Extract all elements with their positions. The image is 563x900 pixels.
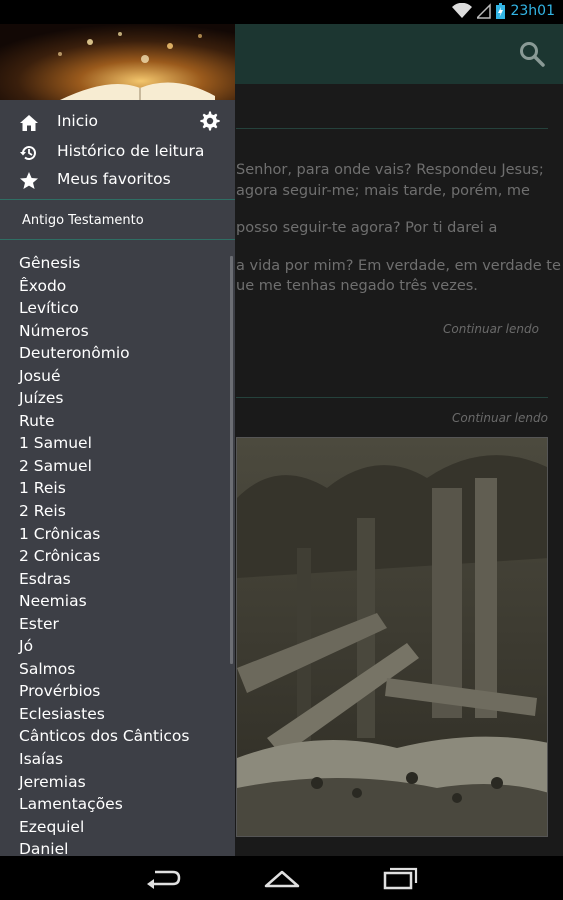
drawer-header-image	[0, 24, 235, 100]
status-indicators: 23h01	[452, 3, 555, 19]
book-item[interactable]: Salmos	[19, 658, 189, 681]
drawer-item-favorites[interactable]: Meus favoritos	[0, 167, 235, 195]
home-nav-icon[interactable]	[262, 864, 302, 892]
book-item[interactable]: Juízes	[19, 387, 189, 410]
status-bar: 23h01	[0, 0, 563, 24]
drawer-item-label: Meus favoritos	[57, 170, 171, 188]
verse-text: posso seguir-te agora? Por ti darei a	[236, 220, 498, 236]
book-item[interactable]: Daniel	[19, 838, 189, 856]
home-icon	[20, 115, 38, 131]
content-divider	[236, 128, 548, 129]
navigation-drawer: Inicio Histórico de leitura Meus favorit…	[0, 24, 235, 856]
verse-text: Senhor, para onde vais? Respondeu Jesus;	[236, 162, 544, 178]
system-nav-bar	[0, 856, 563, 900]
book-item[interactable]: 2 Samuel	[19, 455, 189, 478]
book-item[interactable]: 1 Crônicas	[19, 523, 189, 546]
recent-apps-icon[interactable]	[381, 864, 421, 892]
verse-text: ue me tenhas negado três vezes.	[236, 278, 478, 294]
signal-icon	[477, 3, 492, 19]
book-item[interactable]: Josué	[19, 365, 189, 388]
book-item[interactable]: Eclesiastes	[19, 703, 189, 726]
drawer-scrollbar[interactable]	[230, 256, 233, 664]
book-item[interactable]: Neemias	[19, 590, 189, 613]
drawer-divider	[0, 239, 235, 240]
drawer-divider	[0, 199, 235, 200]
open-book-image	[0, 24, 235, 100]
book-item[interactable]: 2 Reis	[19, 500, 189, 523]
drawer-item-label: Histórico de leitura	[57, 142, 205, 160]
book-item[interactable]: Gênesis	[19, 252, 189, 275]
verse-text: a vida por mim? Em verdade, em verdade t…	[236, 258, 561, 274]
book-item[interactable]: Jeremias	[19, 771, 189, 794]
book-item[interactable]: Êxodo	[19, 275, 189, 298]
book-item[interactable]: Rute	[19, 410, 189, 433]
book-item[interactable]: Isaías	[19, 748, 189, 771]
book-item[interactable]: 2 Crônicas	[19, 545, 189, 568]
star-icon	[20, 172, 38, 189]
drawer-item-history[interactable]: Histórico de leitura	[0, 139, 235, 167]
back-icon[interactable]	[143, 864, 183, 892]
book-item[interactable]: Levítico	[19, 297, 189, 320]
book-item[interactable]: Cânticos dos Cânticos	[19, 725, 189, 748]
book-item[interactable]: Esdras	[19, 568, 189, 591]
battery-charging-icon	[496, 3, 506, 19]
book-item[interactable]: Deuteronômio	[19, 342, 189, 365]
book-item[interactable]: Provérbios	[19, 680, 189, 703]
history-icon	[20, 146, 36, 161]
engraving-illustration[interactable]	[236, 437, 548, 837]
content-divider	[236, 397, 548, 398]
book-item[interactable]: Lamentações	[19, 793, 189, 816]
forest-engraving-image	[237, 438, 547, 836]
drawer-item-label: Inicio	[57, 112, 99, 130]
continue-reading-link[interactable]: Continuar lendo	[452, 411, 548, 425]
status-time: 23h01	[510, 3, 555, 19]
book-item[interactable]: Ezequiel	[19, 816, 189, 839]
book-item[interactable]: Números	[19, 320, 189, 343]
book-item[interactable]: 1 Samuel	[19, 432, 189, 455]
continue-reading-link[interactable]: Continuar lendo	[443, 322, 539, 336]
book-list: Gênesis Êxodo Levítico Números Deuteronô…	[19, 252, 189, 856]
section-title-old-testament: Antigo Testamento	[22, 213, 144, 228]
search-icon[interactable]	[519, 41, 545, 67]
book-item[interactable]: 1 Reis	[19, 477, 189, 500]
verse-text: agora seguir-me; mais tarde, porém, me	[236, 183, 530, 199]
book-item[interactable]: Jó	[19, 635, 189, 658]
book-item[interactable]: Ester	[19, 613, 189, 636]
wifi-icon	[452, 3, 473, 18]
gear-icon[interactable]	[199, 110, 221, 132]
